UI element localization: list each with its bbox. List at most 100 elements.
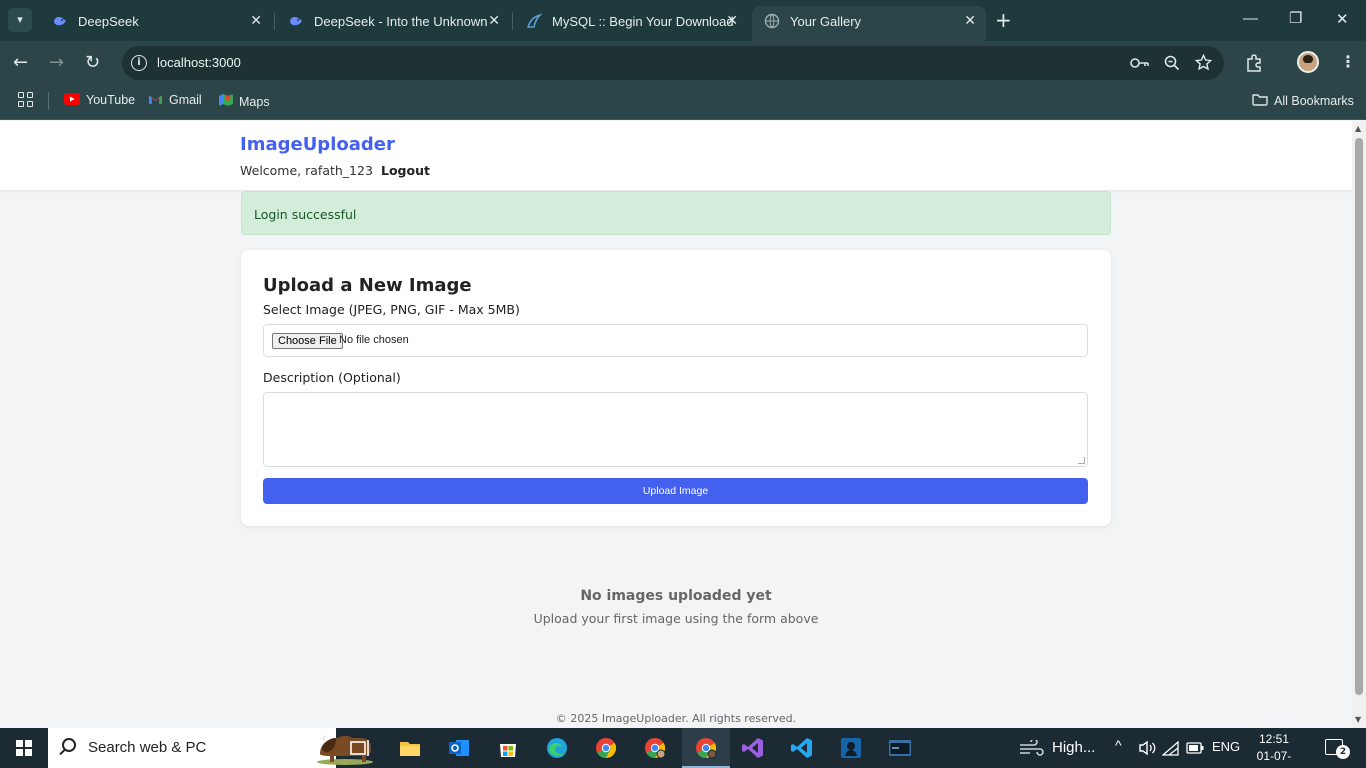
new-tab-button[interactable]: + [995, 8, 1012, 32]
close-tab-icon[interactable]: ✕ [964, 12, 976, 29]
success-alert: Login successful [241, 191, 1111, 235]
search-placeholder: Search web & PC [88, 739, 207, 756]
profile-avatar[interactable] [1297, 51, 1319, 73]
chrome-profile-icon[interactable] [643, 736, 667, 760]
minimize-icon[interactable]: — [1243, 10, 1258, 27]
apps-grid-icon[interactable] [18, 92, 34, 108]
mysql-workbench-icon[interactable] [839, 736, 863, 760]
file-status-text: No file chosen [339, 334, 409, 346]
weather-text[interactable]: High... [1052, 739, 1095, 756]
more-menu-icon[interactable]: ⋮ [1340, 52, 1356, 71]
browser-tab-bar: ▾ DeepSeek ✕ DeepSeek - Into the Unknown… [0, 0, 1366, 41]
vscode-icon[interactable] [790, 736, 814, 760]
chrome-active-icon[interactable] [694, 736, 718, 760]
upload-heading: Upload a New Image [263, 275, 472, 296]
empty-state-subtitle: Upload your first image using the form a… [533, 611, 819, 626]
bookmark-label: Maps [239, 95, 270, 109]
all-bookmarks-folder[interactable]: All Bookmarks [1252, 93, 1354, 108]
bookmark-maps[interactable]: Maps [219, 93, 270, 109]
windows-taskbar: Search web & PC High... ^ ENG 12:51 01-0… [0, 728, 1366, 768]
bookmark-label: Gmail [169, 93, 202, 107]
maps-icon [219, 94, 233, 106]
back-arrow-icon[interactable]: ← [13, 52, 28, 73]
tab-deepseek-into-the-unknown[interactable]: DeepSeek - Into the Unknown ✕ [276, 6, 510, 41]
outlook-icon[interactable] [447, 736, 471, 760]
search-icon [62, 738, 76, 752]
tab-deepseek[interactable]: DeepSeek ✕ [40, 6, 272, 41]
close-tab-icon[interactable]: ✕ [726, 12, 738, 29]
file-field-label: Select Image (JPEG, PNG, GIF - Max 5MB) [263, 302, 520, 317]
file-input[interactable]: Choose File No file chosen [263, 324, 1088, 357]
clock-date: 01-07-2025 [1256, 749, 1292, 768]
tab-title: DeepSeek - Into the Unknown [314, 14, 488, 29]
windows-start-icon[interactable] [16, 740, 32, 756]
logout-link[interactable]: Logout [381, 163, 430, 178]
tab-divider [512, 12, 513, 30]
zoom-icon[interactable] [1164, 55, 1180, 71]
page-scrollbar[interactable]: ▲ ▼ [1352, 121, 1366, 728]
notification-center-icon[interactable]: 2 [1325, 739, 1350, 759]
mysql-icon [526, 13, 542, 28]
url-text[interactable]: localhost:3000 [157, 55, 241, 70]
resize-handle-icon[interactable] [1078, 457, 1085, 464]
choose-file-button[interactable]: Choose File [272, 333, 343, 349]
site-brand-logo[interactable]: ImageUploader [240, 134, 395, 155]
tab-mysql-download[interactable]: MySQL :: Begin Your Download ✕ [514, 6, 748, 41]
microsoft-store-icon[interactable] [496, 736, 520, 760]
bookmark-label: YouTube [86, 93, 136, 107]
description-label: Description (Optional) [263, 370, 401, 385]
chrome-icon[interactable] [594, 736, 618, 760]
close-window-icon[interactable]: ✕ [1336, 10, 1349, 28]
extensions-puzzle-icon[interactable] [1245, 54, 1263, 72]
forward-arrow-icon[interactable]: → [49, 52, 64, 73]
reload-icon[interactable]: ↻ [85, 52, 100, 73]
scroll-down-arrow-icon[interactable]: ▼ [1355, 715, 1361, 724]
description-textarea[interactable] [263, 392, 1088, 467]
browser-toolbar: ← → ↻ i localhost:3000 ⋮ [0, 41, 1366, 85]
tab-your-gallery[interactable]: Your Gallery ✕ [752, 6, 986, 41]
system-clock[interactable]: 12:51 01-07-2025 [1244, 731, 1304, 768]
edge-browser-icon[interactable] [545, 736, 569, 760]
scrollbar-thumb[interactable] [1355, 138, 1363, 695]
site-footer: © 2025 ImageUploader. All rights reserve… [555, 712, 797, 725]
close-tab-icon[interactable]: ✕ [488, 12, 500, 29]
battery-icon[interactable] [1186, 742, 1204, 754]
bookmarks-bar [0, 85, 1366, 120]
upload-image-button[interactable]: Upload Image [263, 478, 1088, 504]
restore-icon[interactable]: ❐ [1289, 9, 1302, 27]
volume-icon[interactable] [1138, 740, 1156, 756]
welcome-text: Welcome, rafath_123 [240, 163, 373, 178]
gmail-icon [148, 95, 163, 104]
page-viewport: ImageUploader Welcome, rafath_123 Logout… [0, 121, 1352, 728]
bookmark-gmail[interactable]: Gmail [148, 93, 202, 107]
upload-form-card: Upload a New Image Select Image (JPEG, P… [241, 250, 1111, 526]
address-bar[interactable]: i localhost:3000 [122, 46, 1224, 80]
clock-time: 12:51 [1258, 732, 1290, 746]
site-header: ImageUploader Welcome, rafath_123 Logout [0, 121, 1352, 190]
youtube-icon [64, 93, 80, 105]
close-tab-icon[interactable]: ✕ [250, 12, 262, 29]
taskbar-search-box[interactable]: Search web & PC [48, 728, 373, 768]
tab-divider [274, 12, 275, 30]
weather-wind-icon[interactable] [1018, 740, 1044, 756]
network-icon[interactable] [1162, 740, 1180, 756]
mysql-shell-icon[interactable] [888, 736, 912, 760]
tray-overflow-chevron-icon[interactable]: ^ [1115, 737, 1122, 753]
password-key-icon[interactable] [1130, 56, 1150, 70]
site-info-icon[interactable]: i [131, 55, 147, 71]
bookmark-star-icon[interactable] [1195, 54, 1212, 71]
tab-title: DeepSeek [78, 14, 139, 29]
file-explorer-icon[interactable] [398, 736, 422, 760]
globe-icon [764, 13, 780, 29]
scroll-up-arrow-icon[interactable]: ▲ [1355, 124, 1361, 133]
task-view-icon[interactable] [348, 736, 372, 760]
bookmark-youtube[interactable]: YouTube [64, 93, 135, 107]
language-indicator[interactable]: ENG [1212, 739, 1240, 754]
visual-studio-icon[interactable] [741, 736, 765, 760]
folder-icon [1252, 94, 1268, 106]
deepseek-icon [54, 17, 66, 26]
tab-search-chevron-icon[interactable]: ▾ [8, 8, 32, 32]
tab-title: MySQL :: Begin Your Download [552, 14, 734, 29]
deepseek-icon [290, 17, 302, 26]
empty-state-title: No images uploaded yet [580, 588, 772, 604]
